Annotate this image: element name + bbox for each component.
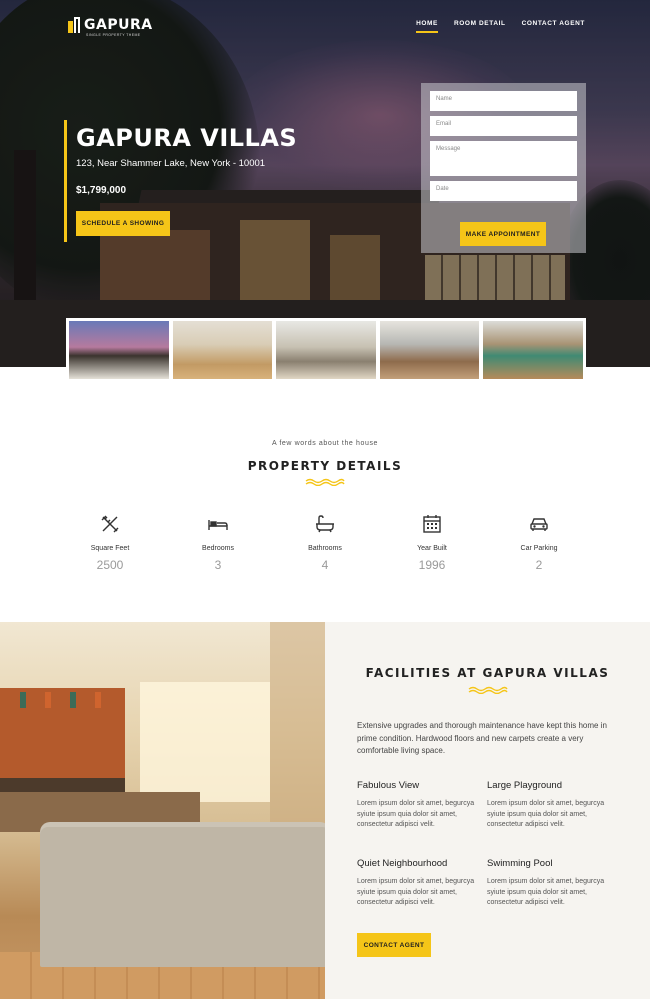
- heading-strong: PROPERTY: [247, 459, 331, 473]
- gallery-thumb-living-room[interactable]: [172, 321, 273, 379]
- facilities-photo: [0, 622, 325, 999]
- heading-light: AT GAPURA VILLAS: [457, 666, 610, 680]
- feature-text: Lorem ipsum dolor sit amet, begurcya syi…: [357, 800, 475, 828]
- facilities-intro: Extensive upgrades and thorough maintena…: [357, 721, 607, 755]
- nav-home[interactable]: HOME: [416, 20, 438, 33]
- feature-quiet-neighbourhood: Quiet Neighbourhood Lorem ipsum dolor si…: [357, 858, 482, 909]
- nav-contact-agent[interactable]: CONTACT AGENT: [522, 20, 585, 33]
- feature-title: Fabulous View: [357, 780, 420, 791]
- stat-bathrooms: Bathrooms 4: [285, 513, 365, 572]
- feature-text: Lorem ipsum dolor sit amet, begurcya syi…: [487, 800, 605, 828]
- property-title: GAPURA VILLAS: [76, 124, 298, 152]
- stat-value: 2500: [96, 558, 124, 572]
- section-kicker: A few words about the house: [271, 440, 379, 447]
- feature-title: Swimming Pool: [487, 858, 553, 869]
- stat-bedrooms: Bedrooms 3: [178, 513, 258, 572]
- stat-label: Year Built: [417, 545, 447, 552]
- stat-car-parking: Car Parking 2: [499, 513, 579, 572]
- heading-light: DETAILS: [336, 459, 403, 473]
- logo-tagline: SINGLE PROPERTY THEME: [86, 33, 141, 37]
- stat-label: Bedrooms: [202, 545, 234, 552]
- sofa: [40, 827, 325, 967]
- car-icon: [530, 518, 548, 531]
- main-nav: HOME ROOM DETAIL CONTACT AGENT: [416, 20, 585, 33]
- property-price: $1,799,000: [76, 185, 127, 196]
- property-details-heading: PROPERTY DETAILS: [0, 459, 650, 473]
- feature-large-playground: Large Playground Lorem ipsum dolor sit a…: [487, 780, 612, 831]
- ruler-pencil-icon: [101, 515, 119, 533]
- stat-label: Square Feet: [90, 545, 130, 552]
- stat-label: Car Parking: [520, 545, 558, 552]
- site-logo[interactable]: GAPURA: [68, 17, 153, 33]
- property-address: 123, Near Shammer Lake, New York - 10001: [76, 158, 266, 169]
- hero-accent-bar: [64, 120, 67, 242]
- feature-swimming-pool: Swimming Pool Lorem ipsum dolor sit amet…: [487, 858, 612, 909]
- schedule-showing-button[interactable]: SCHEDULE A SHOWING: [76, 211, 170, 236]
- feature-title: Large Playground: [487, 780, 562, 791]
- wave-divider-icon: [468, 686, 508, 694]
- gallery-thumb-exterior[interactable]: [69, 321, 169, 379]
- gallery-thumb-bedroom[interactable]: [379, 321, 480, 379]
- calendar-icon: [423, 515, 441, 533]
- email-field[interactable]: Email: [430, 116, 577, 136]
- stat-value: 1996: [418, 558, 446, 572]
- feature-text: Lorem ipsum dolor sit amet, begurcya syi…: [357, 878, 475, 906]
- name-field[interactable]: Name: [430, 91, 577, 111]
- wave-divider-icon: [305, 478, 345, 486]
- nav-room-detail[interactable]: ROOM DETAIL: [454, 20, 506, 33]
- date-field[interactable]: Date: [430, 181, 577, 201]
- heading-strong: FACILITIES: [365, 666, 452, 680]
- stat-value: 4: [321, 558, 329, 572]
- bed-icon: [208, 520, 228, 530]
- stat-value: 2: [535, 558, 543, 572]
- contact-agent-button[interactable]: CONTACT AGENT: [357, 933, 431, 957]
- facilities-heading: FACILITIES AT GAPURA VILLAS: [325, 666, 650, 680]
- gallery-strip: [66, 318, 586, 382]
- make-appointment-button[interactable]: MAKE APPOINTMENT: [460, 222, 546, 246]
- logo-text: GAPURA: [84, 17, 153, 33]
- stat-label: Bathrooms: [308, 545, 342, 552]
- stat-year-built: Year Built 1996: [392, 513, 472, 572]
- stat-square-feet: Square Feet 2500: [70, 513, 150, 572]
- appointment-form: Name Email Message Date MAKE APPOINTMENT: [421, 83, 586, 253]
- gallery-thumb-game-room[interactable]: [483, 321, 583, 379]
- stat-value: 3: [214, 558, 222, 572]
- logo-icon: [68, 17, 80, 33]
- feature-fabulous-view: Fabulous View Lorem ipsum dolor sit amet…: [357, 780, 482, 831]
- bathtub-icon: [316, 515, 334, 533]
- message-field[interactable]: Message: [430, 141, 577, 176]
- gallery-thumb-lounge[interactable]: [276, 321, 376, 379]
- feature-title: Quiet Neighbourhood: [357, 858, 448, 869]
- feature-text: Lorem ipsum dolor sit amet, begurcya syi…: [487, 878, 605, 906]
